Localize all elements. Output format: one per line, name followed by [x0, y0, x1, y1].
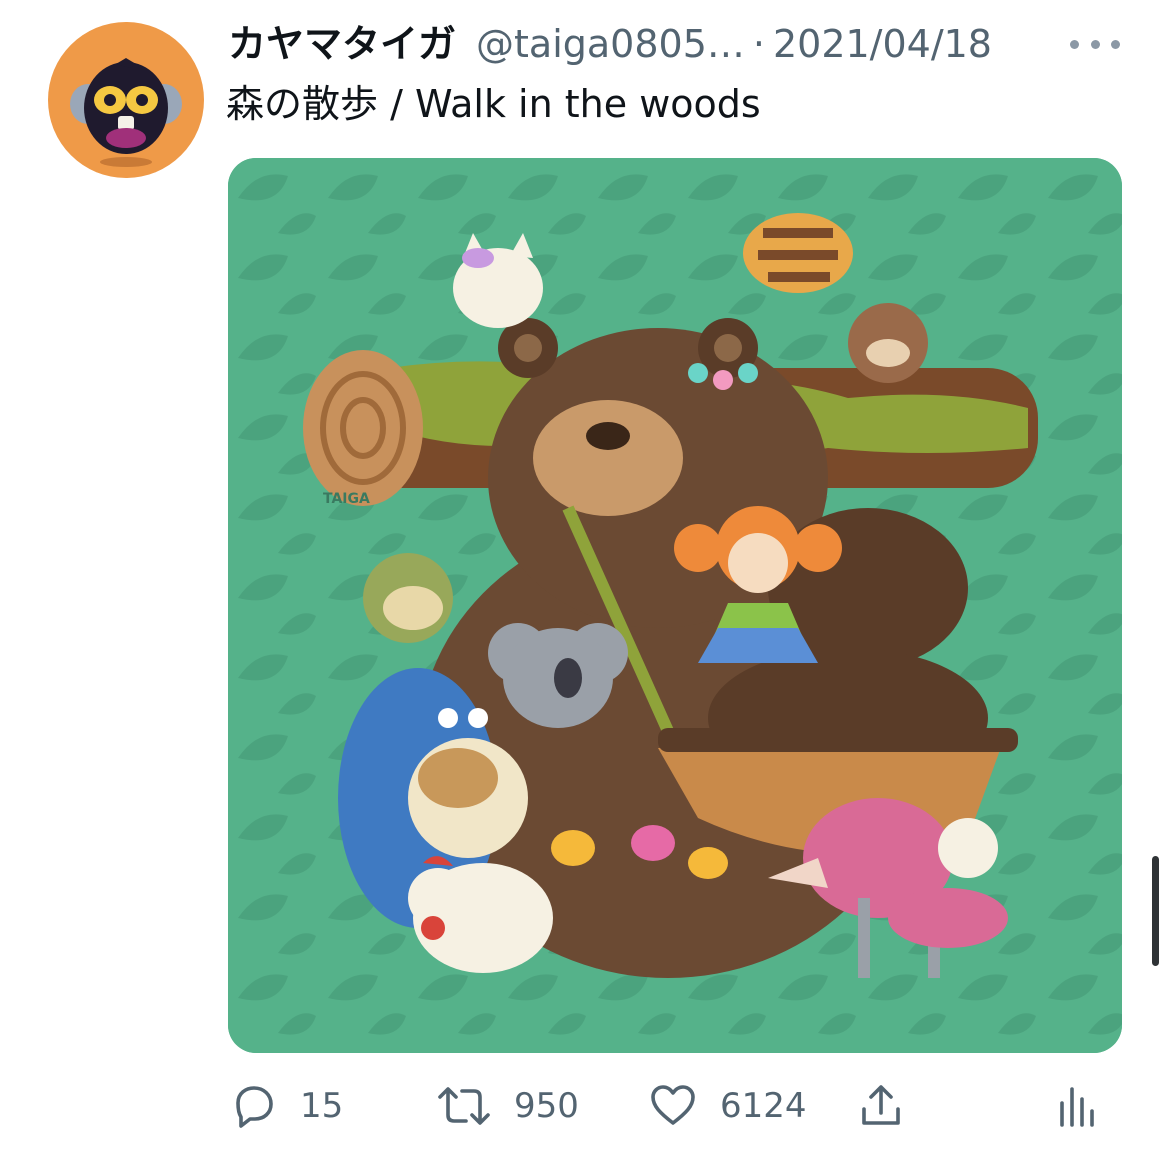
- analytics-icon: [1060, 1087, 1094, 1127]
- user-handle[interactable]: @taiga0805…: [476, 18, 745, 70]
- retweet-count: 950: [514, 1086, 579, 1126]
- tweet-text: 森の散歩 / Walk in the woods: [226, 82, 761, 126]
- like-button[interactable]: 6124: [648, 1076, 807, 1136]
- retweet-button[interactable]: 950: [436, 1076, 579, 1136]
- share-button[interactable]: [856, 1076, 906, 1136]
- analytics-button[interactable]: [1056, 1076, 1096, 1136]
- tweet-media-image[interactable]: TAIGA: [228, 158, 1122, 1053]
- avatar[interactable]: [48, 22, 204, 178]
- like-count: 6124: [720, 1086, 807, 1126]
- avatar-character-image: [70, 58, 182, 167]
- tanuki: [848, 303, 928, 383]
- forest-illustration: TAIGA: [228, 158, 1122, 1053]
- retweet-icon: [438, 1087, 490, 1125]
- tweet-header: カヤマタイガ @taiga0805… · 2021/04/18: [228, 18, 992, 70]
- more-options-button[interactable]: [1070, 26, 1120, 62]
- reply-count: 15: [300, 1086, 344, 1126]
- more-horizontal-icon: [1070, 39, 1079, 49]
- more-dot: [1111, 39, 1120, 49]
- display-name[interactable]: カヤマタイガ: [228, 18, 456, 70]
- more-dot: [1090, 39, 1100, 49]
- share-icon: [862, 1085, 900, 1125]
- scrollbar[interactable]: [1152, 856, 1159, 966]
- heart-icon: [651, 1085, 695, 1125]
- monkey: [363, 553, 453, 643]
- separator-dot: ·: [752, 22, 765, 66]
- artist-signature: TAIGA: [323, 491, 370, 507]
- bee: [743, 213, 853, 293]
- reply-button[interactable]: 15: [228, 1076, 343, 1136]
- reply-icon: [236, 1086, 273, 1128]
- tweet-actions: 15 950 6124: [228, 1076, 1128, 1136]
- tweet-date[interactable]: 2021/04/18: [773, 18, 992, 70]
